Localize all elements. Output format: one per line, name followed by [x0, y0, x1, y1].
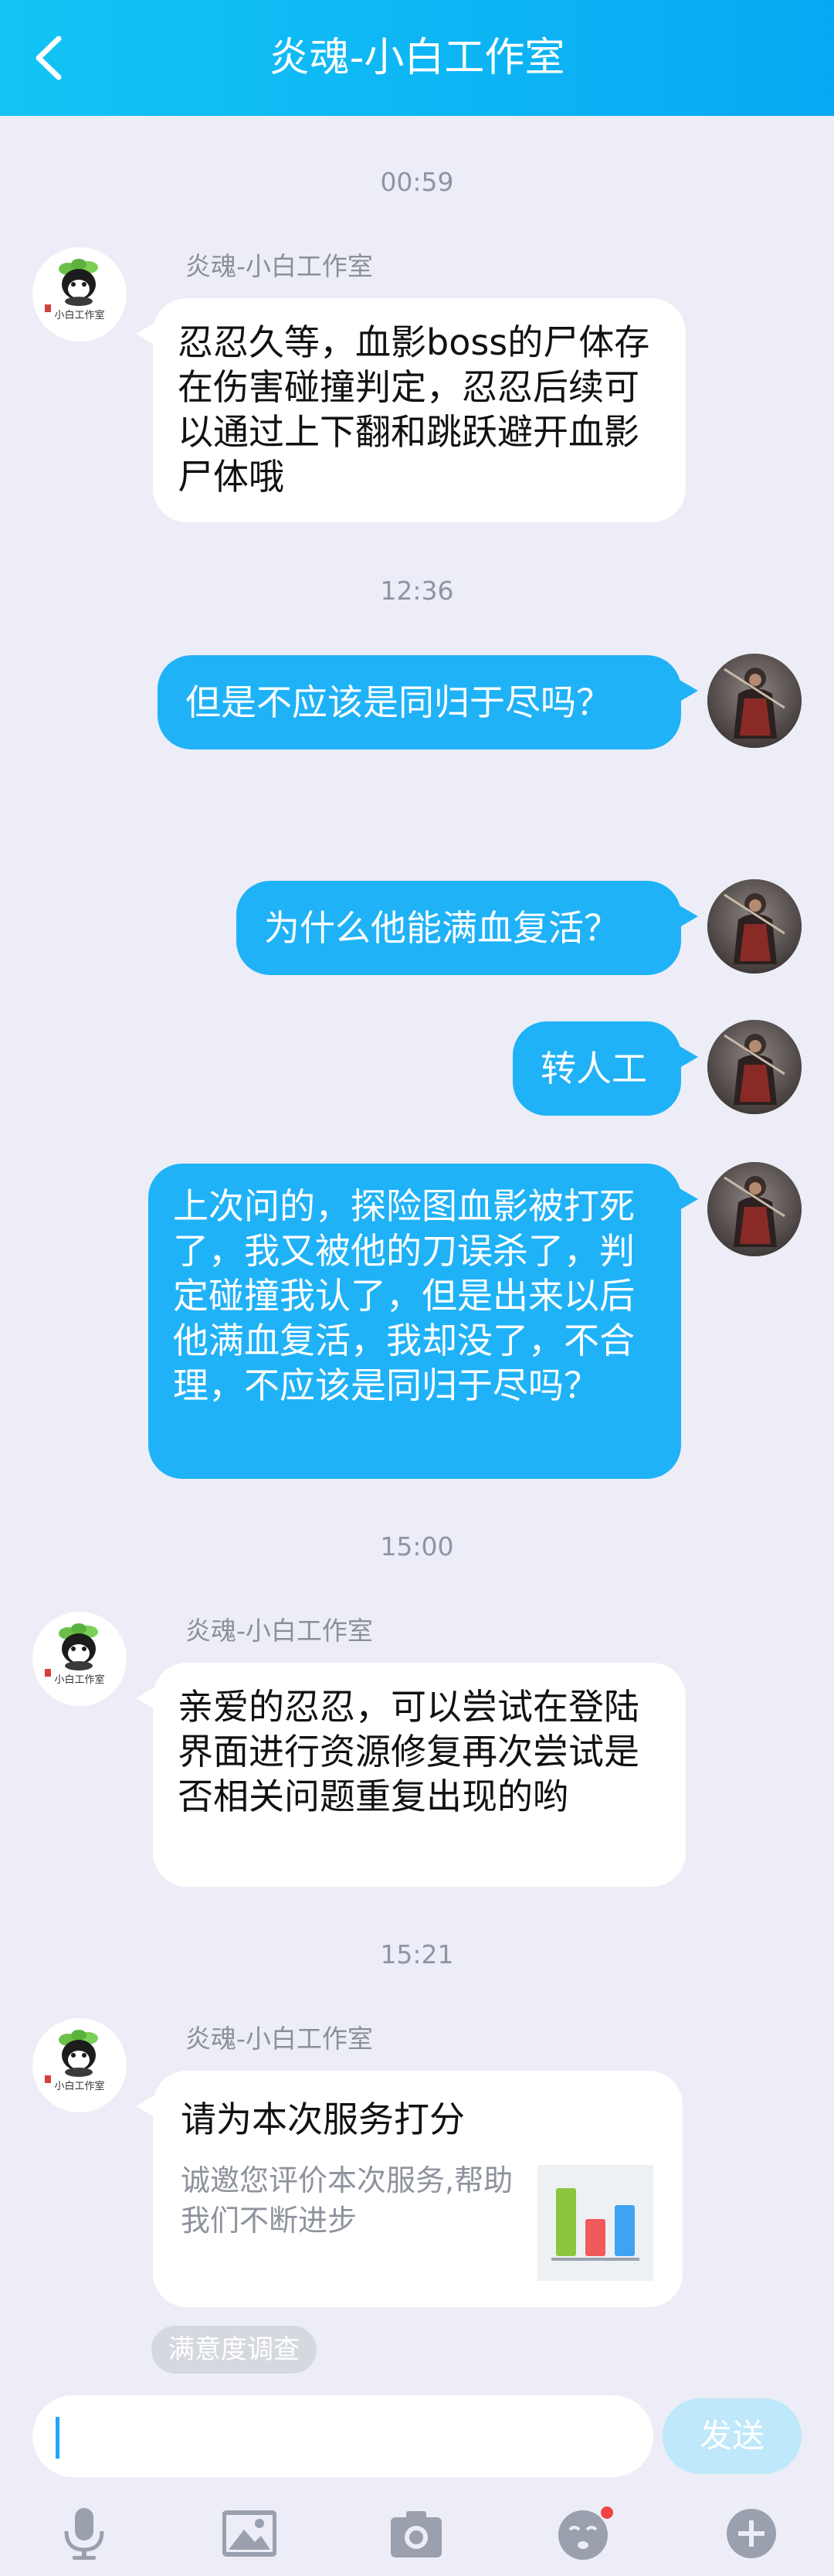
sender-name: 炎魂-小白工作室 — [185, 251, 373, 281]
app-header: 炎魂-小白工作室 — [0, 0, 834, 116]
send-button[interactable]: 发送 — [663, 2398, 802, 2474]
chat-title: 炎魂-小白工作室 — [269, 35, 565, 81]
timestamp: 15:21 — [380, 1939, 454, 1969]
avatar[interactable] — [707, 1162, 802, 1256]
bubble-tail — [680, 680, 698, 702]
camera-icon[interactable] — [389, 2506, 443, 2561]
bubble-tail — [136, 1687, 154, 1709]
sender-name: 炎魂-小白工作室 — [185, 2024, 373, 2054]
input-bar: 发送 — [0, 2386, 834, 2576]
rating-card-description: 诚邀您评价本次服务,帮助我们不断进步 — [181, 2163, 514, 2238]
avatar[interactable] — [707, 1020, 802, 1114]
message-bubble[interactable]: 为什么他能满血复活？ — [236, 881, 681, 975]
avatar[interactable] — [32, 1612, 127, 1706]
message-input[interactable] — [32, 2395, 653, 2477]
text-caret — [56, 2417, 59, 2459]
sender-name: 炎魂-小白工作室 — [185, 1616, 373, 1646]
bubble-tail — [680, 1188, 698, 1210]
message-bubble[interactable]: 亲爱的忍忍，可以尝试在登陆界面进行资源修复再次尝试是否相关问题重复出现的哟 — [153, 1663, 686, 1887]
timestamp: 12:36 — [380, 576, 454, 606]
rating-card-title: 请为本次服务打分 — [181, 2099, 465, 2140]
rating-card[interactable]: 请为本次服务打分 诚邀您评价本次服务,帮助我们不断进步 — [153, 2071, 683, 2307]
bubble-tail — [680, 1046, 698, 1068]
satisfaction-survey-tag[interactable]: 满意度调查 — [151, 2326, 317, 2374]
bubble-tail — [136, 2095, 154, 2117]
emoji-icon[interactable] — [556, 2506, 613, 2561]
message-bubble[interactable]: 上次问的，探险图血影被打死了，我又被他的刀误杀了，判定碰撞我认了，但是出来以后他… — [148, 1164, 681, 1479]
image-icon[interactable] — [222, 2506, 277, 2561]
timestamp: 15:00 — [380, 1531, 454, 1562]
bar-chart-icon — [537, 2165, 653, 2281]
bubble-tail — [136, 323, 154, 345]
avatar[interactable] — [32, 2018, 127, 2112]
avatar[interactable] — [707, 879, 802, 974]
avatar[interactable] — [32, 247, 127, 342]
timestamp: 00:59 — [380, 167, 454, 197]
message-bubble[interactable]: 但是不应该是同归于尽吗？ — [158, 655, 681, 749]
message-bubble[interactable]: 忍忍久等，血影boss的尸体存在伤害碰撞判定，忍忍后续可以通过上下翻和跳跃避开血… — [153, 298, 686, 522]
avatar[interactable] — [707, 654, 802, 748]
plus-icon[interactable] — [724, 2506, 778, 2561]
message-bubble[interactable]: 转人工 — [513, 1021, 681, 1116]
bubble-tail — [680, 906, 698, 927]
microphone-icon[interactable] — [57, 2506, 111, 2561]
